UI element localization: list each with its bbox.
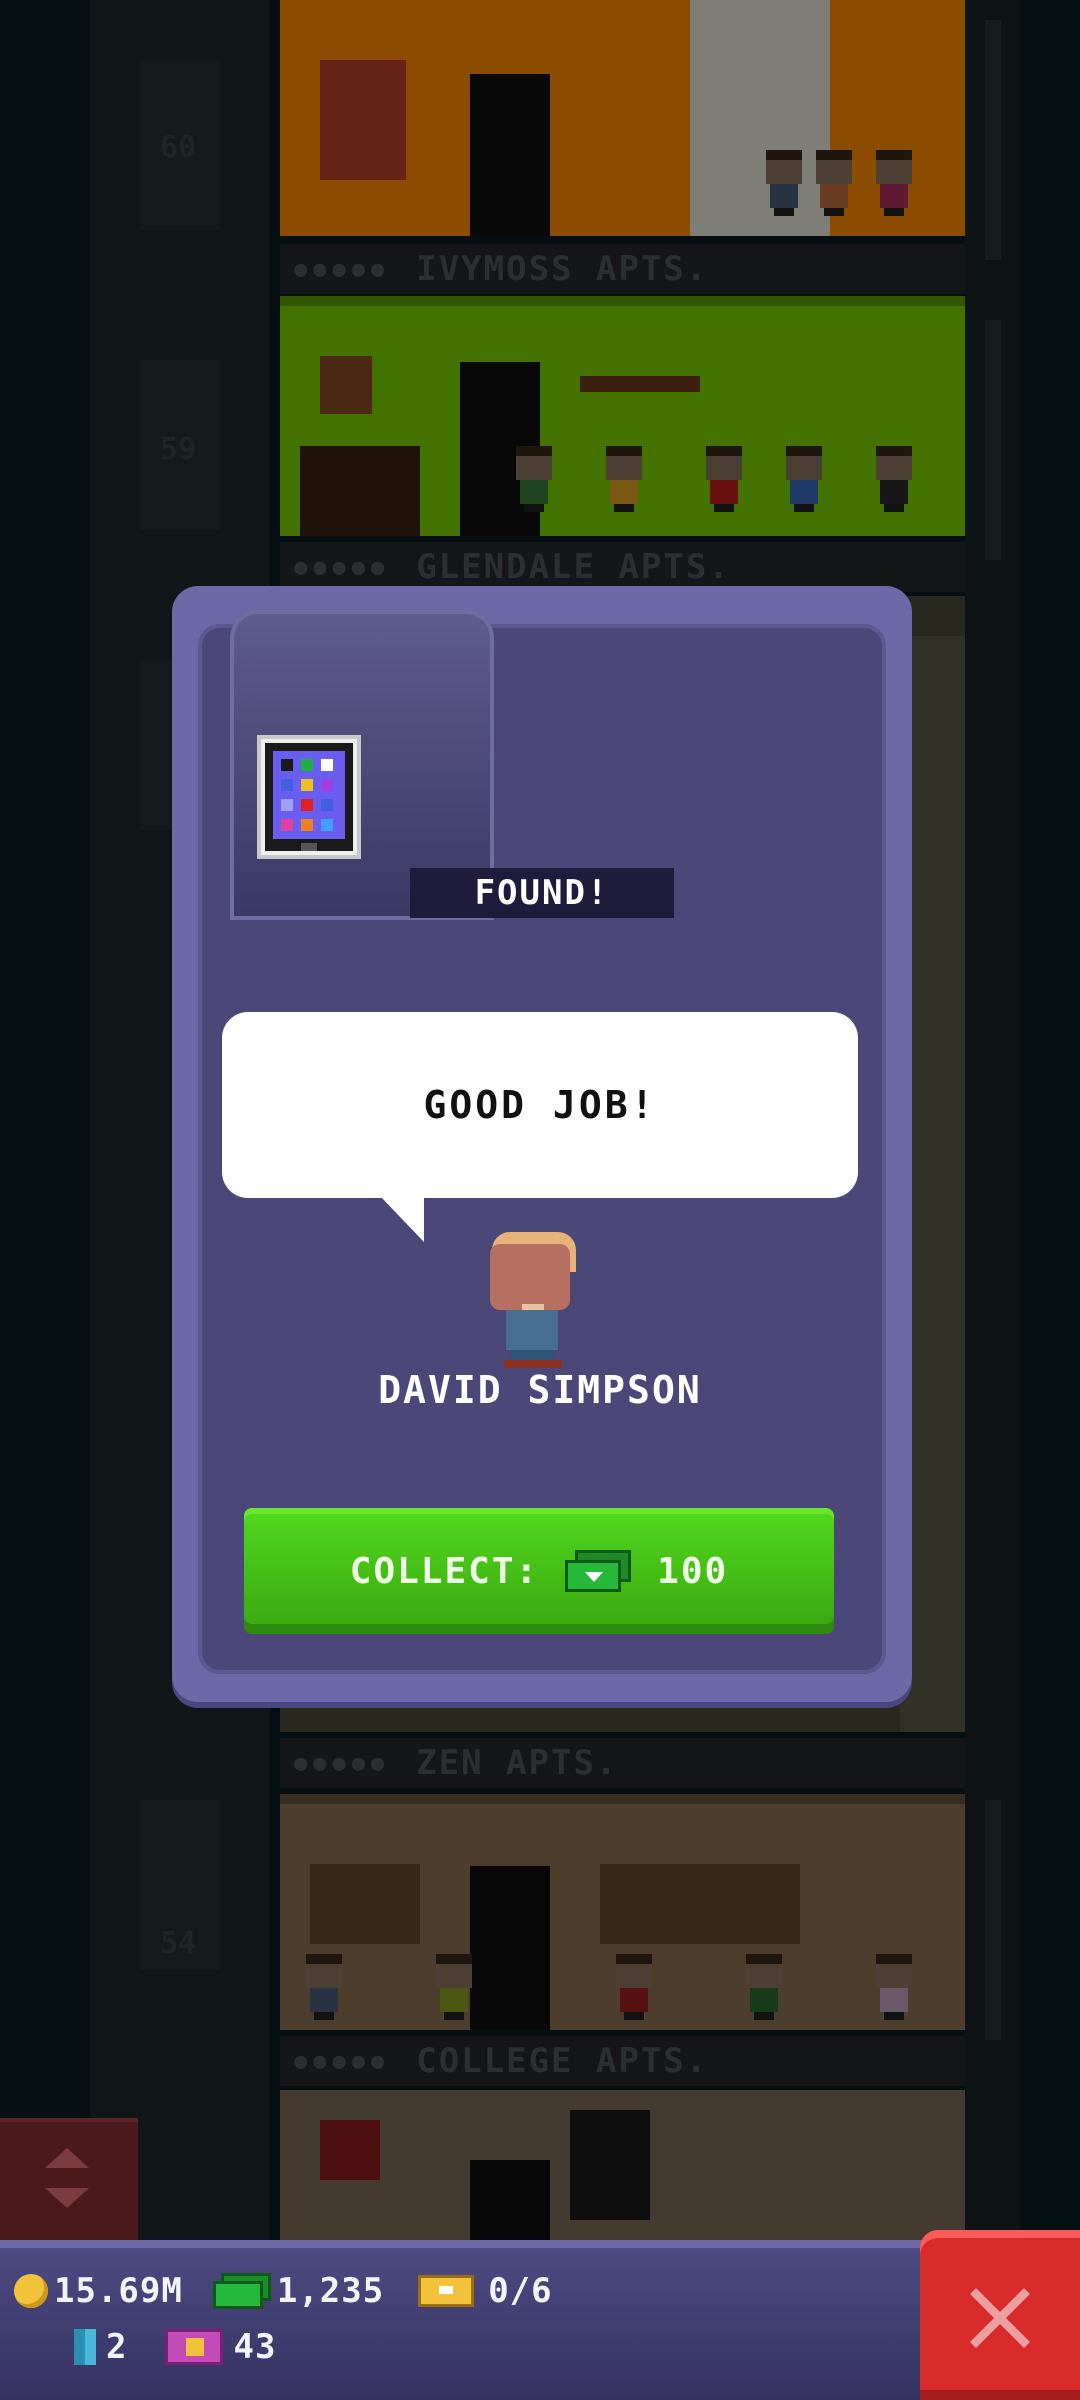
speech-bubble: GOOD JOB! <box>222 1012 858 1198</box>
keys-value: 2 <box>106 2327 128 2367</box>
tickets-value: 0/6 <box>488 2271 553 2311</box>
collect-label: COLLECT: <box>349 1550 540 1592</box>
arrow-down-icon <box>45 2188 89 2208</box>
collect-button[interactable]: COLLECT: 100 <box>244 1508 834 1634</box>
hud-currency-row: 15.69M 1,235 0/6 <box>14 2266 553 2316</box>
close-icon <box>970 2288 1030 2348</box>
bottom-hud: 15.69M 1,235 0/6 2 43 <box>0 2240 1080 2400</box>
bux-value: 1,235 <box>276 2271 385 2311</box>
bux-icon <box>212 2273 271 2309</box>
coin-icon <box>14 2274 48 2308</box>
speech-bubble-tail <box>380 1196 424 1242</box>
vip-value: 43 <box>233 2327 277 2367</box>
character-avatar <box>490 1232 576 1368</box>
coins-value: 15.69M <box>54 2271 183 2311</box>
hud-items-row: 2 43 <box>74 2322 276 2372</box>
bux-icon <box>565 1550 632 1592</box>
key-icon <box>74 2329 96 2365</box>
found-label: FOUND! <box>410 868 674 918</box>
character-name: DAVID SIMPSON <box>378 1368 702 1412</box>
close-button[interactable] <box>920 2230 1080 2400</box>
tablet-icon <box>257 735 361 859</box>
ticket-icon <box>418 2275 475 2307</box>
collect-amount: 100 <box>657 1550 729 1592</box>
elevator-button[interactable] <box>0 2118 138 2244</box>
speech-text: GOOD JOB! <box>423 1083 657 1127</box>
arrow-up-icon <box>45 2148 89 2168</box>
vip-icon <box>165 2329 224 2365</box>
